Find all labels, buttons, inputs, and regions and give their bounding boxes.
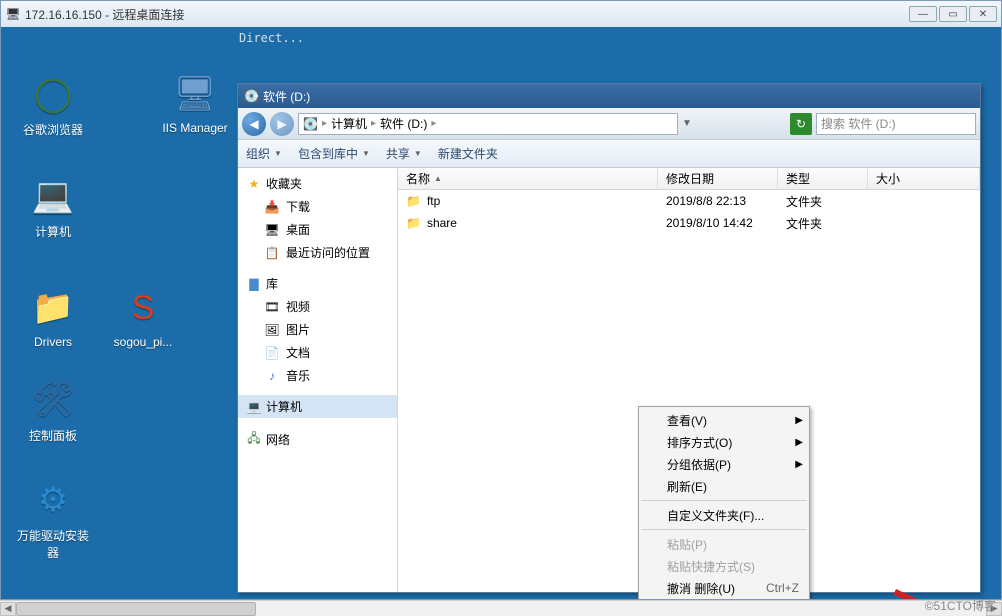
column-name[interactable]: 名称▲	[398, 168, 658, 189]
app-icon: ◯	[30, 71, 76, 117]
table-row[interactable]: 📁 share 2019/8/10 14:42文件夹	[398, 212, 980, 234]
desktop-icon-1[interactable]: 🖥 IIS Manager	[157, 71, 233, 135]
sidebar-computer[interactable]: 💻计算机	[238, 395, 397, 418]
column-size[interactable]: 大小	[868, 168, 980, 189]
back-button[interactable]: ◀	[242, 112, 266, 136]
toolbar-organize[interactable]: 组织▼	[246, 145, 282, 162]
ctx-sort[interactable]: 排序方式(O)▶	[639, 431, 809, 453]
direct-text: Direct...	[239, 31, 304, 45]
ctx-undo[interactable]: 撤消 删除(U)Ctrl+Z	[639, 577, 809, 599]
file-name: share	[427, 216, 457, 230]
sidebar-item-pictures[interactable]: 🖼图片	[238, 318, 397, 341]
minimize-button[interactable]: —	[909, 6, 937, 22]
watermark: ©51CTO博客	[925, 597, 996, 614]
desktop-icon-3[interactable]: 📁 Drivers	[15, 285, 91, 349]
forward-button[interactable]: ▶	[270, 112, 294, 136]
sidebar-item-videos[interactable]: 🎞视频	[238, 295, 397, 318]
file-date: 2019/8/10 14:42	[658, 216, 778, 230]
ctx-group[interactable]: 分组依据(P)▶	[639, 453, 809, 475]
drive-icon: 💽	[244, 89, 259, 103]
app-icon: 🖥	[172, 71, 218, 117]
explorer-body: ★收藏夹 📥下载 🖥桌面 📋最近访问的位置 ▇库 🎞视频 🖼图片 📄文档 ♪音乐	[238, 168, 980, 592]
sidebar-item-downloads[interactable]: 📥下载	[238, 195, 397, 218]
folder-icon: 📁	[406, 216, 421, 230]
desktop-icon-2[interactable]: 💻 计算机	[15, 173, 91, 240]
sidebar-item-music[interactable]: ♪音乐	[238, 364, 397, 387]
scroll-thumb[interactable]	[16, 602, 256, 616]
explorer-toolbar: 组织▼ 包含到库中▼ 共享▼ 新建文件夹	[238, 140, 980, 168]
sidebar-item-desktop[interactable]: 🖥桌面	[238, 218, 397, 241]
close-button[interactable]: ✕	[969, 6, 997, 22]
desktop-icon-label: sogou_pi...	[105, 335, 181, 349]
table-row[interactable]: 📁 ftp 2019/8/8 22:13文件夹	[398, 190, 980, 212]
desktop-icon-label: 谷歌浏览器	[15, 121, 91, 138]
search-placeholder: 搜索 软件 (D:)	[821, 115, 896, 132]
explorer-window: 💽 软件 (D:) ◀ ▶ 💽 ▸ 计算机 ▸ 软件 (D:) ▸ ▼	[237, 83, 981, 593]
file-type: 文件夹	[778, 193, 868, 210]
folder-icon: 📁	[406, 194, 421, 208]
breadcrumb[interactable]: 💽 ▸ 计算机 ▸ 软件 (D:) ▸	[298, 113, 678, 135]
app-icon: 💻	[30, 173, 76, 219]
column-headers: 名称▲ 修改日期 类型 大小	[398, 168, 980, 190]
scroll-left-button[interactable]: ◀	[0, 602, 16, 616]
rdp-client-area: Direct... ◯ 谷歌浏览器 🖥 IIS Manager 💻 计算机 📁 Drivers…	[1, 27, 1001, 599]
explorer-sidebar: ★收藏夹 📥下载 🖥桌面 📋最近访问的位置 ▇库 🎞视频 🖼图片 📄文档 ♪音乐	[238, 168, 398, 592]
column-type[interactable]: 类型	[778, 168, 868, 189]
app-icon: S	[120, 285, 166, 331]
desktop-icon-6[interactable]: ⚙ 万能驱动安装器	[15, 477, 91, 561]
desktop-icon-label: 计算机	[15, 223, 91, 240]
desktop-icon-label: 万能驱动安装器	[15, 527, 91, 561]
ctx-customize[interactable]: 自定义文件夹(F)...	[639, 504, 809, 526]
file-type: 文件夹	[778, 215, 868, 232]
toolbar-include[interactable]: 包含到库中▼	[298, 145, 370, 162]
breadcrumb-dropdown[interactable]: ▼	[682, 118, 692, 129]
column-date[interactable]: 修改日期	[658, 168, 778, 189]
file-name: ftp	[427, 194, 440, 208]
sidebar-item-documents[interactable]: 📄文档	[238, 341, 397, 364]
scroll-track[interactable]	[16, 602, 986, 616]
window-buttons: — ▭ ✕	[909, 6, 997, 22]
rdp-title: 172.16.16.150 - 远程桌面连接	[25, 6, 909, 23]
remote-desktop[interactable]: Direct... ◯ 谷歌浏览器 🖥 IIS Manager 💻 计算机 📁 Drivers…	[1, 27, 1001, 599]
ctx-refresh[interactable]: 刷新(E)	[639, 475, 809, 497]
maximize-button[interactable]: ▭	[939, 6, 967, 22]
context-menu-main: 查看(V)▶ 排序方式(O)▶ 分组依据(P)▶ 刷新(E) 自定义文件夹(F)…	[638, 406, 810, 599]
explorer-navbar: ◀ ▶ 💽 ▸ 计算机 ▸ 软件 (D:) ▸ ▼ ↻ 搜索 软件 (D:)	[238, 108, 980, 140]
sidebar-network[interactable]: 🖧网络	[238, 426, 397, 453]
sidebar-favorites[interactable]: ★收藏夹	[238, 172, 397, 195]
desktop-icon-label: 控制面板	[15, 427, 91, 444]
desktop-icon-label: Drivers	[15, 335, 91, 349]
file-pane[interactable]: 名称▲ 修改日期 类型 大小 📁 ftp 2019/8/8 22:13文件夹 📁 sha…	[398, 168, 980, 592]
app-icon: ⚙	[30, 477, 76, 523]
ctx-paste: 粘贴(P)	[639, 533, 809, 555]
rdp-icon: 🖥	[5, 7, 21, 21]
app-icon: 📁	[30, 285, 76, 331]
desktop-icon-label: IIS Manager	[157, 121, 233, 135]
rdp-titlebar[interactable]: 🖥 172.16.16.150 - 远程桌面连接 — ▭ ✕	[1, 1, 1001, 27]
file-date: 2019/8/8 22:13	[658, 194, 778, 208]
refresh-button[interactable]: ↻	[790, 113, 812, 135]
breadcrumb-computer[interactable]: 计算机	[331, 115, 367, 132]
ctx-paste-shortcut: 粘贴快捷方式(S)	[639, 555, 809, 577]
desktop-icon-0[interactable]: ◯ 谷歌浏览器	[15, 71, 91, 138]
search-input[interactable]: 搜索 软件 (D:)	[816, 113, 976, 135]
rdp-window: 🖥 172.16.16.150 - 远程桌面连接 — ▭ ✕ Direct...…	[0, 0, 1002, 600]
breadcrumb-drive[interactable]: 软件 (D:)	[380, 115, 427, 132]
app-icon: 🛠	[30, 377, 76, 423]
toolbar-share[interactable]: 共享▼	[386, 145, 422, 162]
ctx-view[interactable]: 查看(V)▶	[639, 409, 809, 431]
desktop-icon-5[interactable]: 🛠 控制面板	[15, 377, 91, 444]
explorer-titlebar[interactable]: 💽 软件 (D:)	[238, 84, 980, 108]
toolbar-newfolder[interactable]: 新建文件夹	[438, 145, 498, 162]
sidebar-item-recent[interactable]: 📋最近访问的位置	[238, 241, 397, 264]
horizontal-scrollbar[interactable]: ◀ ▶	[0, 600, 1002, 616]
drive-icon: 💽	[303, 117, 318, 131]
explorer-title: 软件 (D:)	[263, 88, 310, 105]
desktop-icon-4[interactable]: Ssogou_pi...	[105, 285, 181, 349]
sidebar-libraries[interactable]: ▇库	[238, 272, 397, 295]
